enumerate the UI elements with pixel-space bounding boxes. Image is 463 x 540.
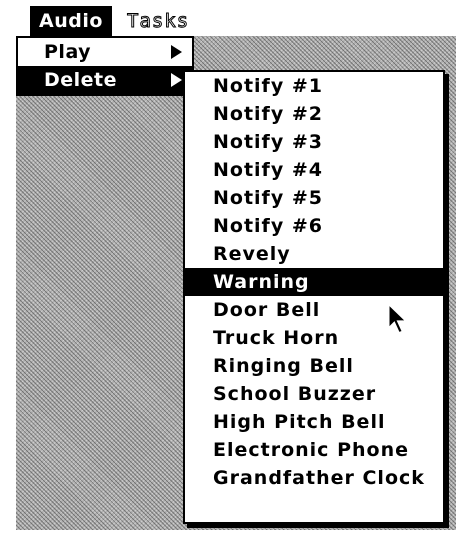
menu-item-label: Play [44,41,92,63]
menu-item-delete[interactable]: Delete [18,66,192,94]
menu-item-label: Delete [44,69,118,91]
submenu-item-notify-2[interactable]: Notify #2 [185,100,443,128]
submenu-item-notify-6[interactable]: Notify #6 [185,212,443,240]
menu-bar: Audio Tasks [0,0,463,36]
submenu-item-grandfather-clock[interactable]: Grandfather Clock [185,464,443,492]
arrow-cursor-icon [387,302,409,335]
submenu-item-ringing-bell[interactable]: Ringing Bell [185,352,443,380]
menu-title-tasks[interactable]: Tasks [118,6,198,36]
submenu-item-revely[interactable]: Revely [185,240,443,268]
delete-submenu: Notify #1 Notify #2 Notify #3 Notify #4 … [183,70,445,524]
audio-menu: Play Delete [16,36,194,96]
right-triangle-icon [171,45,182,59]
submenu-item-school-buzzer[interactable]: School Buzzer [185,380,443,408]
submenu-item-notify-1[interactable]: Notify #1 [185,72,443,100]
submenu-item-notify-5[interactable]: Notify #5 [185,184,443,212]
submenu-item-high-pitch-bell[interactable]: High Pitch Bell [185,408,443,436]
submenu-item-electronic-phone[interactable]: Electronic Phone [185,436,443,464]
submenu-item-notify-4[interactable]: Notify #4 [185,156,443,184]
submenu-item-warning[interactable]: Warning [185,268,443,296]
submenu-item-notify-3[interactable]: Notify #3 [185,128,443,156]
menu-item-play[interactable]: Play [18,38,192,66]
right-triangle-icon [171,73,182,87]
menu-title-audio[interactable]: Audio [30,6,112,36]
